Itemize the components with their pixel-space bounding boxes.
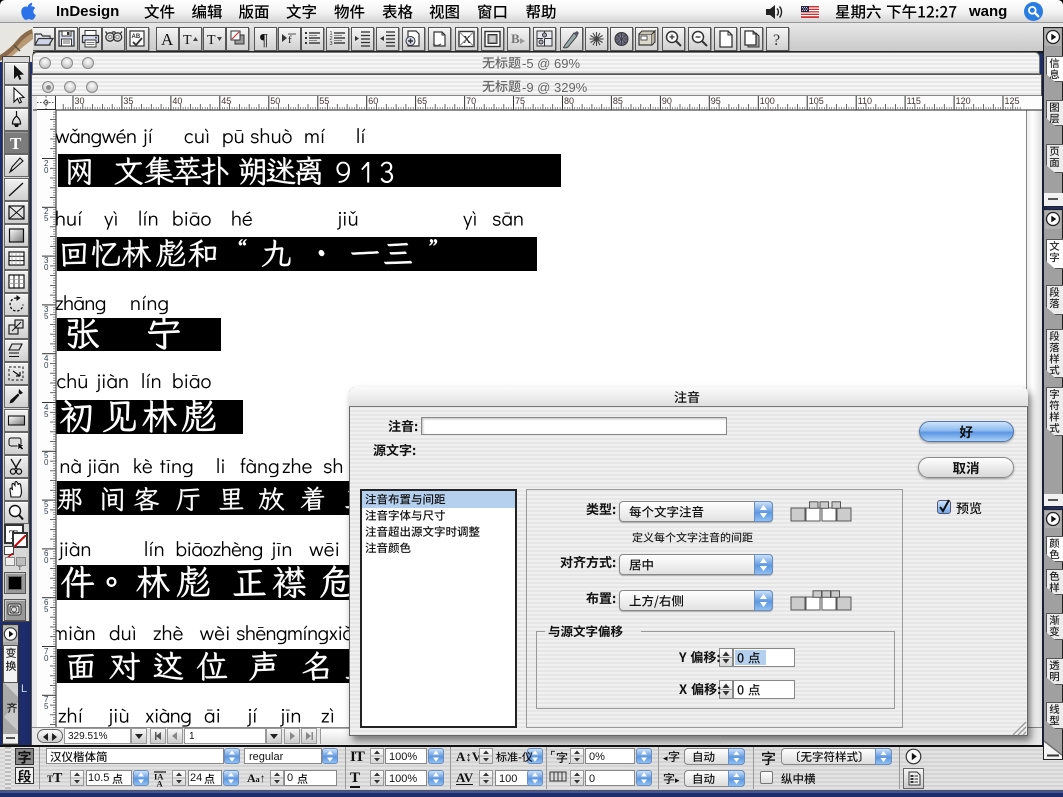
svg-text:B: B xyxy=(511,31,520,46)
svg-text:X: X xyxy=(463,34,471,46)
svg-text:3: 3 xyxy=(330,41,333,47)
svg-text:A: A xyxy=(157,779,164,788)
svg-text:T: T xyxy=(10,134,22,153)
svg-text:?: ? xyxy=(773,32,780,49)
svg-text:T: T xyxy=(207,33,216,48)
svg-text:¶: ¶ xyxy=(260,30,268,49)
svg-text:A: A xyxy=(161,30,174,49)
svg-text:T: T xyxy=(183,33,192,48)
svg-text:f: f xyxy=(288,34,292,46)
svg-text:T: T xyxy=(18,566,22,571)
svg-text:AB: AB xyxy=(131,34,140,40)
